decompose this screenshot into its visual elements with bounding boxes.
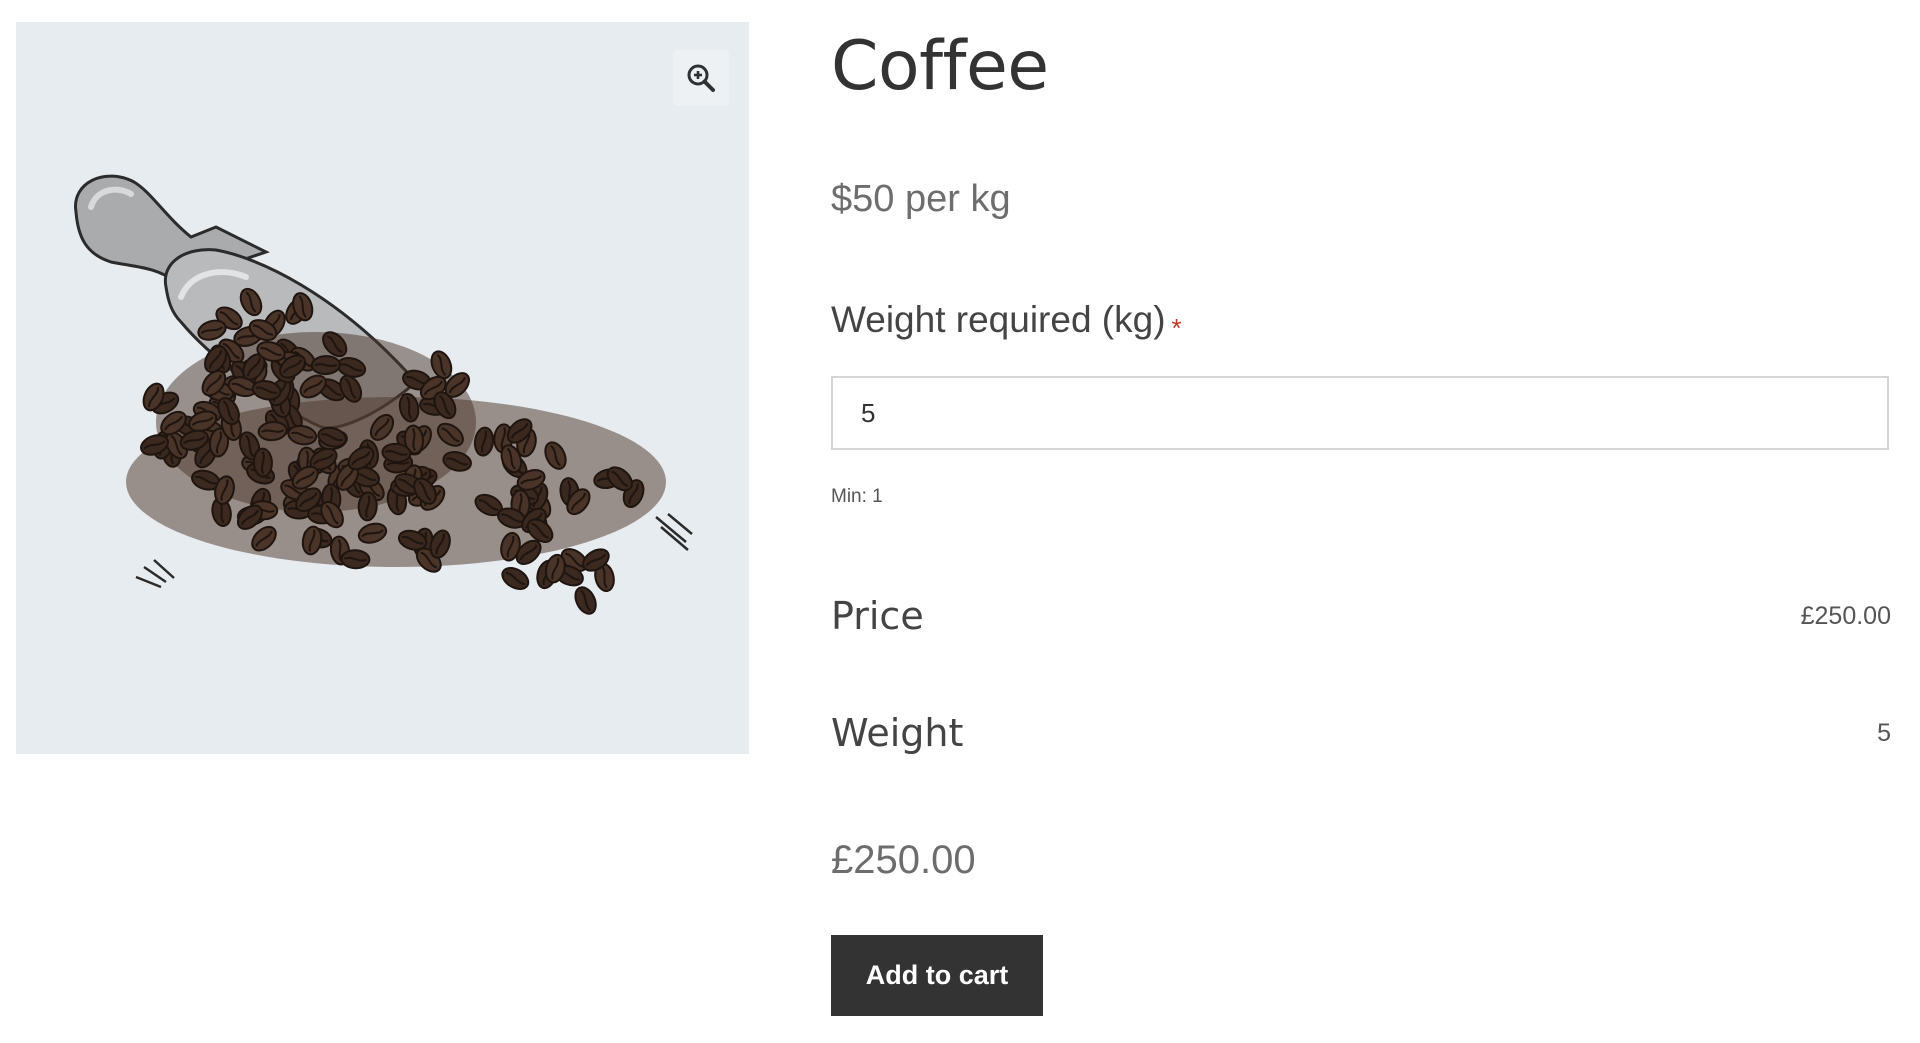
coffee-bean (252, 447, 273, 478)
unit-price: $50 per kg (831, 178, 1011, 220)
weight-input[interactable] (831, 376, 1889, 450)
weight-row: Weight 5 (831, 707, 1891, 759)
weight-field-label-text: Weight required (kg) (831, 299, 1166, 340)
price-value: £250.00 (1800, 602, 1891, 630)
zoom-in-icon (687, 64, 715, 92)
coffee-bean (574, 586, 597, 615)
product-image-gallery[interactable] (16, 22, 749, 754)
product-page: Coffee $50 per kg Weight required (kg) * … (0, 0, 1920, 1043)
weight-field-label: Weight required (kg) * (831, 295, 1182, 345)
weight-value: 5 (1877, 719, 1891, 747)
weight-min-hint: Min: 1 (831, 486, 883, 507)
coffee-scoop-illustration (74, 174, 693, 615)
zoom-button[interactable] (673, 50, 729, 106)
required-marker: * (1171, 313, 1182, 343)
weight-label: Weight (831, 711, 964, 755)
coffee-bean (340, 549, 371, 570)
product-title: Coffee (831, 27, 1049, 106)
coffee-bean (501, 567, 530, 590)
price-row: Price £250.00 (831, 590, 1891, 642)
price-label: Price (831, 594, 924, 638)
coffee-bean (310, 355, 341, 376)
total-price: £250.00 (831, 838, 976, 882)
add-to-cart-button[interactable]: Add to cart (831, 935, 1043, 1016)
coffee-bean (357, 491, 378, 522)
